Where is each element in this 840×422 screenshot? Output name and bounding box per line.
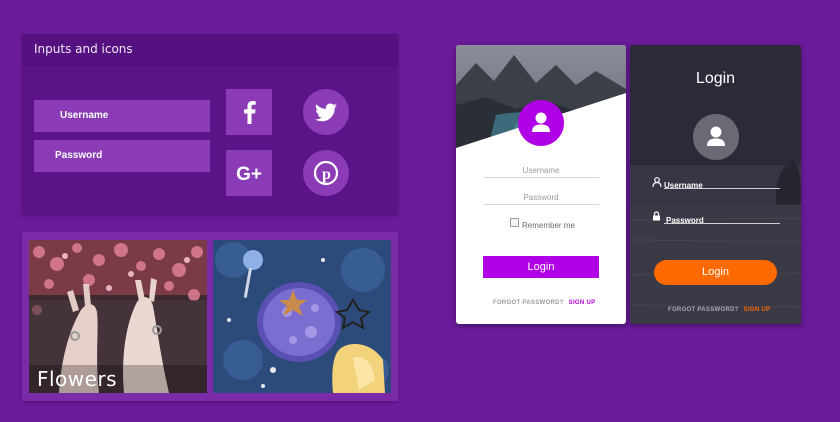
pinterest-button[interactable]: p [303, 150, 349, 196]
username-field[interactable]: Username [483, 166, 599, 175]
password-field[interactable]: Password [666, 210, 780, 228]
avatar-circle [518, 100, 564, 146]
google-plus-button[interactable]: G+ [226, 150, 272, 196]
user-outline-icon [652, 177, 662, 187]
panel-title: Inputs and icons [34, 42, 133, 56]
login-card-light: Username Password Remember me Login FORG… [456, 45, 626, 324]
forgot-password-link[interactable]: FORGOT PASSWORD? [493, 300, 564, 306]
username-field[interactable]: Username [664, 175, 780, 193]
login-button[interactable]: Login [483, 256, 599, 278]
password-underline [664, 223, 780, 224]
forgot-row: FORGOT PASSWORD? SIGN UP [493, 300, 595, 306]
password-underline [483, 204, 599, 205]
username-placeholder: Username [522, 166, 560, 175]
login-button[interactable]: Login [654, 260, 777, 285]
facebook-button[interactable] [226, 89, 272, 135]
lock-icon [653, 211, 660, 221]
pinterest-icon: p [313, 160, 339, 186]
sign-up-link[interactable]: SIGN UP [569, 300, 596, 306]
user-icon [707, 126, 725, 146]
password-input[interactable]: Password [34, 140, 210, 172]
twitter-button[interactable] [303, 89, 349, 135]
sign-up-link[interactable]: SIGN UP [744, 307, 771, 313]
svg-text:G+: G+ [236, 164, 262, 185]
panel-header: Inputs and icons [22, 34, 398, 66]
photo-caption: Flowers [37, 367, 118, 391]
google-plus-icon: G+ [236, 164, 262, 185]
inputs-icons-panel: Inputs and icons Username Password G+ p [22, 34, 398, 215]
username-placeholder: Username [60, 110, 109, 121]
forgot-row: FORGOT PASSWORD? SIGN UP [668, 307, 770, 313]
smoothie-bowl-image [213, 240, 391, 393]
password-placeholder: Password [523, 193, 559, 202]
avatar-circle [693, 114, 739, 160]
facebook-icon [244, 101, 256, 124]
username-underline [483, 177, 599, 178]
flowers-photo[interactable]: Flowers [29, 240, 207, 393]
password-placeholder: Password [55, 150, 103, 161]
remember-label: Remember me [522, 221, 575, 230]
gallery-panel: Flowers [22, 232, 398, 401]
password-field[interactable]: Password [483, 193, 599, 202]
remember-checkbox[interactable] [510, 218, 519, 227]
twitter-icon [315, 103, 337, 122]
forgot-password-link[interactable]: FORGOT PASSWORD? [668, 307, 739, 313]
username-input[interactable]: Username [34, 100, 210, 132]
smoothie-photo[interactable] [213, 240, 391, 393]
login-title: Login [695, 70, 736, 87]
login-card-dark: Login Username Password Login FORGOT PAS… [630, 45, 801, 324]
user-icon [532, 112, 550, 132]
svg-text:p: p [322, 166, 331, 183]
username-underline [664, 188, 780, 189]
